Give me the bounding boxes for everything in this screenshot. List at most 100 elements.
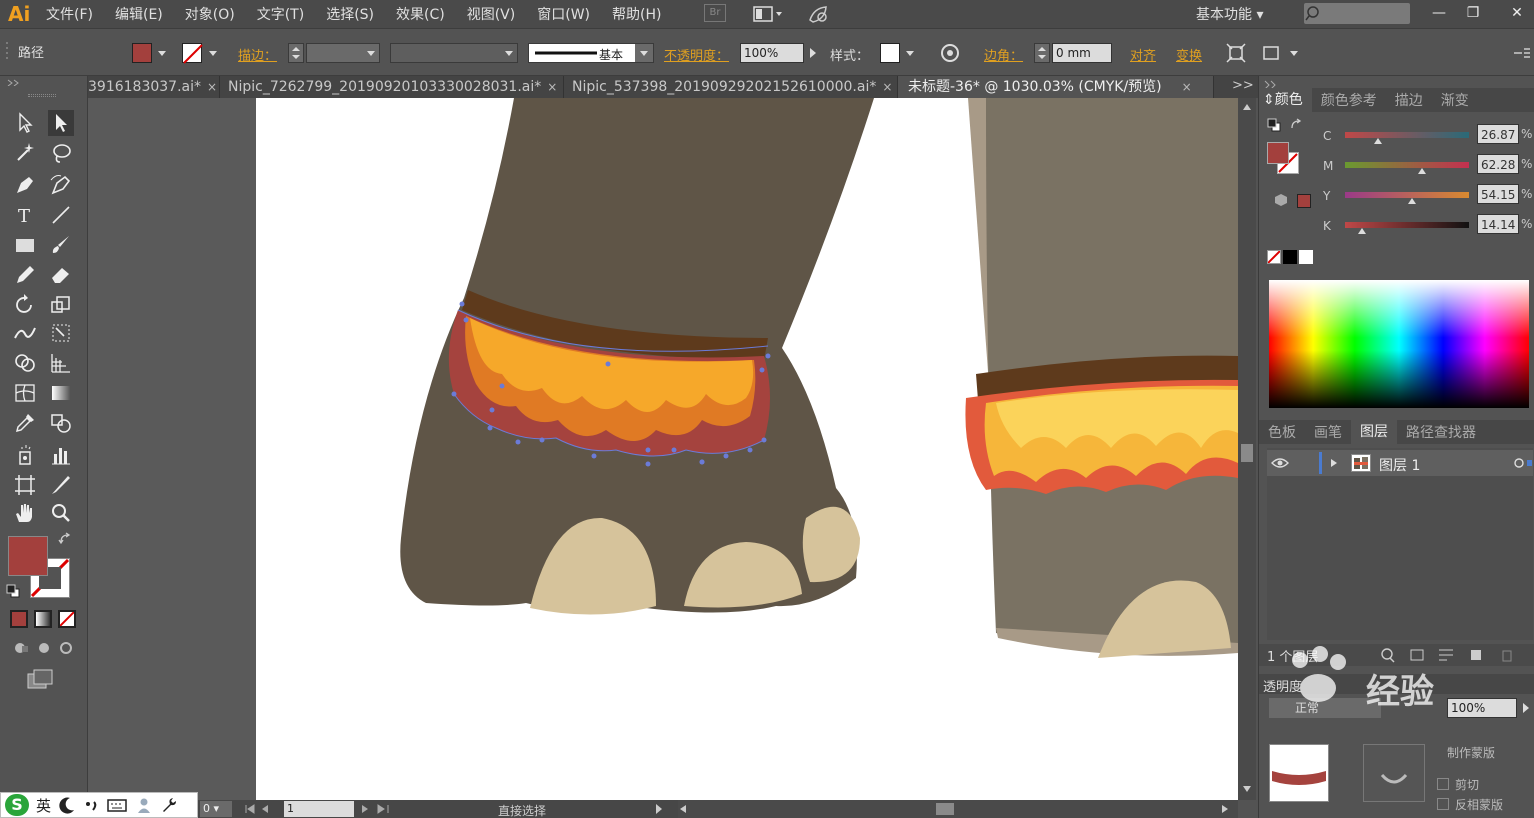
pen-tool[interactable]	[12, 172, 38, 198]
corner-stepper[interactable]	[1034, 43, 1050, 63]
make-mask-button[interactable]: 制作蒙版	[1447, 744, 1495, 761]
layer-name[interactable]: 图层 1	[1379, 455, 1420, 475]
magenta-slider[interactable]	[1345, 162, 1469, 168]
zoom-tool[interactable]	[48, 500, 74, 526]
fill-dropdown-icon[interactable]	[158, 51, 166, 56]
arrange-documents-button[interactable]	[752, 4, 786, 24]
keyboard-icon[interactable]	[106, 796, 128, 814]
tab-stroke[interactable]: 描边	[1386, 90, 1432, 110]
yellow-value-field[interactable]: 54.15	[1477, 184, 1519, 204]
style-dropdown-icon[interactable]	[906, 51, 914, 56]
ime-language-toggle[interactable]: 英	[36, 795, 51, 816]
isolate-icon[interactable]	[1226, 43, 1246, 63]
opacity-arrow-icon[interactable]	[808, 47, 818, 59]
stroke-color-swatch[interactable]	[182, 43, 203, 64]
recolor-artwork-icon[interactable]	[940, 43, 960, 63]
black-swatch[interactable]	[1283, 250, 1297, 264]
panel-menu-icon[interactable]	[1512, 45, 1532, 61]
document-tab[interactable]: 3916183037.ai* ×	[88, 76, 220, 98]
elephant-artwork[interactable]	[256, 98, 1238, 800]
opacity-field[interactable]: 100%	[740, 43, 804, 63]
stroke-weight-field[interactable]	[306, 43, 380, 63]
free-transform-tool[interactable]	[48, 320, 74, 346]
width-tool[interactable]	[12, 320, 38, 346]
tab-layers[interactable]: 图层	[1351, 420, 1397, 444]
align-link[interactable]: 对齐	[1130, 45, 1156, 67]
gpu-performance-button[interactable]	[806, 4, 832, 24]
menu-file[interactable]: 文件(F)	[46, 4, 93, 24]
wrench-icon[interactable]	[160, 796, 178, 814]
gradient-tool[interactable]	[48, 380, 74, 406]
stroke-link[interactable]: 描边：	[238, 45, 277, 67]
stroke-weight-stepper[interactable]	[288, 43, 304, 63]
color-panel-fill[interactable]	[1267, 142, 1289, 164]
selection-tool[interactable]	[12, 110, 38, 136]
horizontal-scrollbar[interactable]	[676, 800, 1238, 818]
magenta-thumb[interactable]	[1417, 168, 1426, 174]
gradient-mode-button[interactable]	[34, 610, 52, 628]
rotate-tool[interactable]	[12, 292, 38, 318]
color-mode-button[interactable]	[10, 610, 28, 628]
brush-definition-dropdown[interactable]: 基本	[528, 43, 654, 63]
transform-link[interactable]: 变换	[1176, 45, 1202, 67]
pencil-tool[interactable]	[12, 262, 38, 288]
line-segment-tool[interactable]	[48, 202, 74, 228]
ime-logo[interactable]: S	[5, 794, 29, 816]
minimize-button[interactable]: —	[1426, 2, 1452, 24]
cyan-thumb[interactable]	[1374, 138, 1383, 144]
default-colors-icon[interactable]	[6, 584, 20, 598]
yellow-thumb[interactable]	[1407, 198, 1416, 204]
drawing-modes-icon[interactable]	[8, 638, 80, 658]
menu-type[interactable]: 文字(T)	[257, 4, 304, 24]
status-menu-icon[interactable]	[654, 803, 664, 815]
black-thumb[interactable]	[1358, 228, 1367, 234]
document-tab-active[interactable]: 未标题-36* @ 1030.03% (CMYK/预览) ×	[898, 76, 1214, 98]
user-icon[interactable]	[135, 796, 153, 814]
none-mode-button[interactable]	[58, 610, 76, 628]
layer-row[interactable]: 图层 1	[1267, 450, 1533, 476]
menu-edit[interactable]: 编辑(E)	[115, 4, 163, 24]
tab-brushes[interactable]: 画笔	[1305, 422, 1351, 442]
bridge-button[interactable]: Br	[704, 4, 726, 22]
clip-checkbox[interactable]	[1437, 778, 1449, 790]
document-tab[interactable]: Nipic_537398_20190929202152610000.ai* ×	[564, 76, 898, 98]
column-graph-tool[interactable]	[48, 442, 74, 468]
target-icon[interactable]	[1513, 457, 1533, 469]
lasso-tool[interactable]	[48, 140, 74, 166]
eraser-tool[interactable]	[48, 262, 74, 288]
paintbrush-tool[interactable]	[48, 232, 74, 258]
black-value-field[interactable]: 14.14	[1477, 214, 1519, 234]
type-tool[interactable]: T	[12, 202, 38, 228]
restore-button[interactable]: ❐	[1460, 2, 1486, 24]
none-swatch[interactable]	[1267, 250, 1281, 264]
eye-icon[interactable]	[1271, 456, 1289, 470]
opacity-link[interactable]: 不透明度：	[664, 45, 729, 67]
tabs-overflow-button[interactable]: >>	[1232, 78, 1254, 93]
corner-radius-field[interactable]: 0 mm	[1052, 43, 1112, 63]
workspace-switcher[interactable]: 基本功能 ▾	[1196, 4, 1263, 24]
mask-thumbnail[interactable]	[1363, 744, 1425, 802]
color-spectrum[interactable]	[1269, 280, 1529, 408]
screen-mode-icon[interactable]	[26, 668, 56, 692]
opacity-arrow-icon[interactable]	[1521, 702, 1531, 714]
perspective-grid-tool[interactable]	[48, 350, 74, 376]
close-tab-icon[interactable]: ×	[882, 80, 892, 94]
white-swatch[interactable]	[1299, 250, 1313, 264]
panel-collapse-icon[interactable]	[4, 78, 84, 86]
tab-pathfinder[interactable]: 路径查找器	[1397, 422, 1485, 442]
close-tab-icon[interactable]: ×	[1182, 80, 1192, 94]
arrange-options-icon[interactable]	[1262, 43, 1302, 63]
mesh-tool[interactable]	[12, 380, 38, 406]
curvature-tool[interactable]	[48, 172, 74, 198]
tab-gradient[interactable]: 渐变	[1432, 90, 1478, 110]
slice-tool[interactable]	[48, 472, 74, 498]
document-tab[interactable]: Nipic_7262799_20190920103330028031.ai* ×	[220, 76, 564, 98]
menu-select[interactable]: 选择(S)	[326, 4, 374, 24]
eyedropper-tool[interactable]	[12, 410, 38, 436]
menu-window[interactable]: 窗口(W)	[537, 4, 590, 24]
artboard-nav-prev-icon[interactable]	[242, 803, 282, 815]
menu-help[interactable]: 帮助(H)	[612, 4, 661, 24]
hand-tool[interactable]	[12, 500, 38, 526]
invert-mask-checkbox[interactable]	[1437, 798, 1449, 810]
menu-object[interactable]: 对象(O)	[185, 4, 235, 24]
